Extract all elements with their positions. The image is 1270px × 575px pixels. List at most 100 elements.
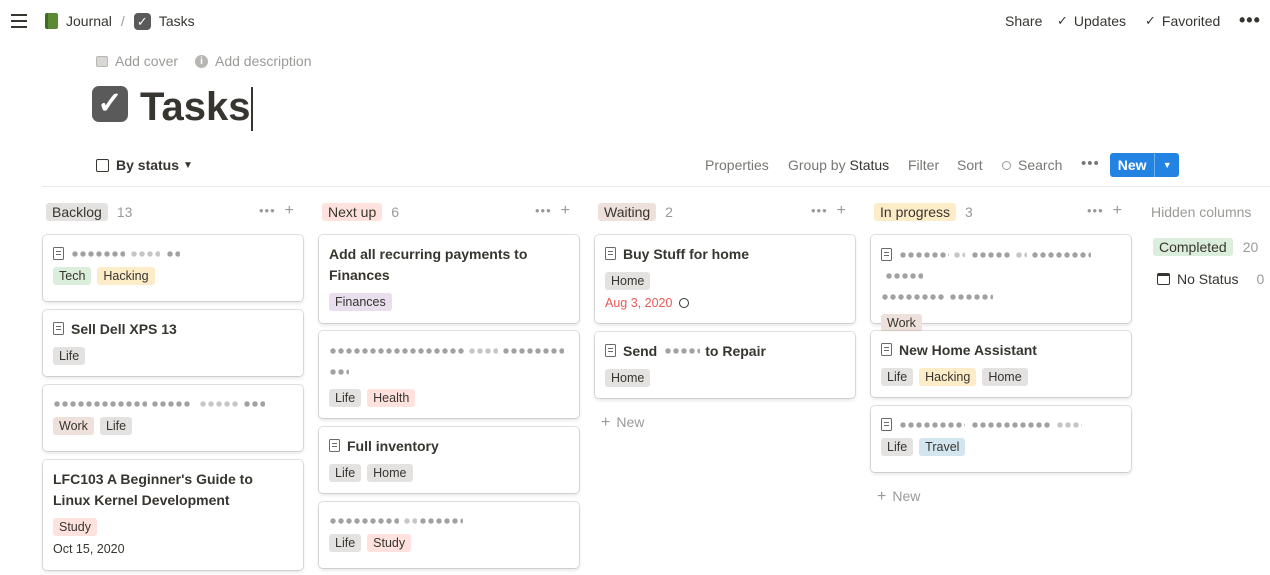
board-card[interactable]: Life Study bbox=[319, 502, 579, 568]
redacted-text bbox=[881, 290, 945, 303]
board-card[interactable]: Life Travel bbox=[871, 406, 1131, 472]
more-icon[interactable]: ••• bbox=[535, 203, 552, 218]
group-by-button[interactable]: Group by Status bbox=[788, 157, 889, 173]
column-count: 13 bbox=[116, 204, 133, 220]
tag[interactable]: Life bbox=[99, 417, 133, 435]
document-icon bbox=[53, 247, 64, 260]
tag[interactable]: Hacking bbox=[919, 368, 977, 386]
properties-button[interactable]: Properties bbox=[705, 157, 769, 173]
page-title[interactable]: Tasks bbox=[140, 82, 253, 132]
column-header-waiting[interactable]: Waiting 2 bbox=[598, 202, 673, 222]
add-new-card-button[interactable]: + New bbox=[601, 414, 644, 432]
card-title-text: Buy Stuff for home bbox=[623, 246, 749, 262]
board-card[interactable]: Send to Repair Home bbox=[595, 332, 855, 398]
tag[interactable]: Study bbox=[367, 534, 412, 552]
more-icon[interactable]: ••• bbox=[1081, 155, 1100, 172]
column-header-in-progress[interactable]: In progress 3 bbox=[874, 202, 973, 222]
tag[interactable]: Travel bbox=[919, 438, 966, 456]
tag[interactable]: Health bbox=[367, 389, 416, 407]
board-card[interactable]: Tech Hacking bbox=[43, 235, 303, 301]
breadcrumb-item-journal[interactable]: Journal bbox=[66, 13, 112, 29]
card-title bbox=[329, 511, 569, 527]
checkbox-icon: ✓ bbox=[133, 12, 151, 30]
more-icon[interactable]: ••• bbox=[259, 203, 276, 218]
tag-row: Life Study bbox=[329, 534, 569, 552]
board-card[interactable]: Add all recurring payments to Finances F… bbox=[319, 235, 579, 323]
card-title bbox=[881, 415, 1121, 431]
board-card[interactable]: Work bbox=[871, 235, 1131, 332]
board-card[interactable]: Life Health bbox=[319, 331, 579, 418]
tag[interactable]: Life bbox=[881, 368, 914, 386]
plus-icon[interactable]: + bbox=[561, 202, 570, 219]
hidden-column-no-status[interactable]: No Status 0 bbox=[1157, 271, 1264, 287]
tag[interactable]: Life bbox=[881, 438, 914, 456]
hidden-column-completed[interactable]: Completed 20 bbox=[1153, 238, 1258, 256]
chevron-down-icon[interactable]: ▼ bbox=[1154, 153, 1179, 177]
card-title bbox=[881, 244, 1121, 307]
tag[interactable]: Home bbox=[605, 272, 651, 290]
column-actions[interactable]: ••• + bbox=[1087, 202, 1122, 220]
card-title-text: to Repair bbox=[705, 343, 766, 359]
search-button[interactable]: Search bbox=[1002, 157, 1062, 173]
tag-row: Tech Hacking bbox=[53, 267, 293, 285]
tag[interactable]: Work bbox=[881, 314, 922, 332]
filter-button[interactable]: Filter bbox=[908, 157, 939, 173]
updates-button[interactable]: ✓ Updates bbox=[1057, 13, 1126, 29]
add-description-button[interactable]: i Add description bbox=[195, 53, 312, 69]
redacted-text bbox=[971, 419, 1051, 431]
add-new-card-button[interactable]: + New bbox=[877, 488, 920, 506]
column-actions[interactable]: ••• + bbox=[535, 202, 570, 220]
card-date-text: Aug 3, 2020 bbox=[605, 296, 673, 310]
board-card[interactable]: Buy Stuff for home Home Aug 3, 2020 bbox=[595, 235, 855, 323]
tag[interactable]: Home bbox=[605, 369, 651, 387]
tag-row: Home bbox=[605, 369, 845, 387]
column-actions[interactable]: ••• + bbox=[259, 202, 294, 220]
tag[interactable]: Work bbox=[53, 417, 94, 435]
card-title-text: Add all recurring payments to Finances bbox=[329, 246, 528, 283]
new-button[interactable]: New ▼ bbox=[1110, 153, 1179, 177]
tag[interactable]: Life bbox=[53, 347, 86, 365]
plus-icon: + bbox=[601, 414, 611, 431]
board-card[interactable]: Full inventory Life Home bbox=[319, 427, 579, 493]
redacted-text bbox=[953, 248, 965, 261]
tag[interactable]: Home bbox=[982, 368, 1028, 386]
plus-icon[interactable]: + bbox=[285, 202, 294, 219]
tag[interactable]: Study bbox=[53, 518, 97, 536]
tag[interactable]: Finances bbox=[329, 293, 392, 311]
sort-button[interactable]: Sort bbox=[957, 157, 983, 173]
group-by-value: Status bbox=[849, 157, 890, 173]
tag[interactable]: Life bbox=[329, 464, 362, 482]
card-title: Full inventory bbox=[329, 436, 569, 457]
tag-row: Study bbox=[53, 518, 293, 536]
breadcrumb-item-tasks[interactable]: Tasks bbox=[159, 13, 195, 29]
board-card[interactable]: LFC103 A Beginner's Guide to Linux Kerne… bbox=[43, 460, 303, 570]
plus-icon[interactable]: + bbox=[837, 202, 846, 219]
favorited-button[interactable]: ✓ Favorited bbox=[1145, 13, 1220, 29]
sidebar-toggle-icon[interactable] bbox=[11, 14, 27, 28]
no-status-label: No Status bbox=[1177, 271, 1239, 287]
more-options-icon[interactable]: ••• bbox=[1239, 10, 1261, 31]
view-selector[interactable]: By status ▼ bbox=[96, 157, 193, 173]
redacted-text bbox=[1056, 419, 1082, 431]
tag[interactable]: Life bbox=[329, 534, 362, 552]
add-cover-button[interactable]: Add cover bbox=[96, 53, 178, 69]
column-header-backlog[interactable]: Backlog 13 bbox=[46, 202, 132, 222]
board-card[interactable]: Sell Dell XPS 13 Life bbox=[43, 310, 303, 376]
board-card[interactable]: New Home Assistant Life Hacking Home bbox=[871, 331, 1131, 397]
redacted-text bbox=[971, 248, 1011, 261]
column-header-next-up[interactable]: Next up 6 bbox=[322, 202, 399, 222]
tag[interactable]: Hacking bbox=[97, 267, 155, 285]
redacted-text bbox=[166, 248, 180, 260]
tag[interactable]: Tech bbox=[53, 267, 92, 285]
plus-icon[interactable]: + bbox=[1113, 202, 1122, 219]
more-icon[interactable]: ••• bbox=[1087, 203, 1104, 218]
board-card[interactable]: Work Life bbox=[43, 385, 303, 451]
tag[interactable]: Home bbox=[367, 464, 413, 482]
more-icon[interactable]: ••• bbox=[811, 203, 828, 218]
tag-row: Finances bbox=[329, 293, 569, 311]
redacted-text bbox=[199, 398, 239, 410]
column-actions[interactable]: ••• + bbox=[811, 202, 846, 220]
page-icon[interactable]: ✓ bbox=[92, 86, 128, 122]
share-button[interactable]: Share bbox=[1005, 13, 1042, 29]
tag[interactable]: Life bbox=[329, 389, 362, 407]
